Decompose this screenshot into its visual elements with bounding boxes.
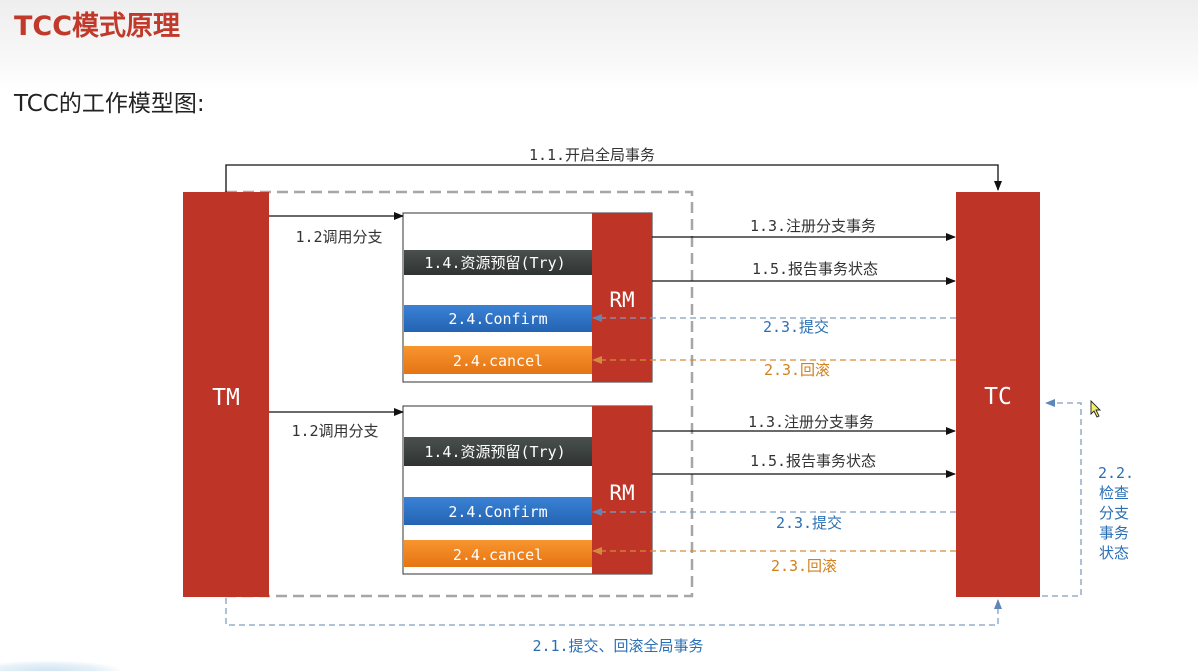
report-label: 1.5.报告事务状态 [750,452,876,470]
end-global-arrow [225,598,1002,626]
commit-label: 2.3.提交 [776,514,842,532]
rm-label: RM [609,481,634,505]
register-label: 1.3.注册分支事务 [748,413,874,431]
check-status-line: 检查 [1099,484,1129,502]
check-status-line: 事务 [1099,524,1129,542]
branch-group-2: RM 1.2调用分支 1.4.资源预留(Try) 2.4.Confirm 2.4… [269,405,956,575]
tcc-diagram: 1.1.开启全局事务 2.1.提交、回滚全局事务 2.2. 检查 分支 事务 状… [183,146,1134,655]
begin-global-arrow [225,164,1002,192]
commit-label: 2.3.提交 [763,318,829,336]
call-branch-label: 1.2调用分支 [295,228,382,246]
rollback-label: 2.3.回滚 [764,361,830,379]
register-label: 1.3.注册分支事务 [750,217,876,235]
rollback-label: 2.3.回滚 [771,557,837,575]
mouse-cursor-icon [1090,399,1102,418]
check-status-arrow [1042,399,1082,597]
check-status-line: 分支 [1099,504,1129,522]
confirm-label: 2.4.Confirm [448,503,547,521]
tm-label: TM [212,385,240,411]
branch-group-1: RM 1.2调用分支 1.4.资源预留(Try) 2.4.Confirm 2.4… [269,212,956,383]
call-branch-label: 1.2调用分支 [291,422,378,440]
try-label: 1.4.资源预留(Try) [424,443,565,461]
rm-label: RM [609,288,634,312]
check-status-label: 2.2. 检查 分支 事务 状态 [1098,464,1134,562]
confirm-label: 2.4.Confirm [448,310,547,328]
check-status-line: 2.2. [1098,464,1134,482]
report-label: 1.5.报告事务状态 [752,260,878,278]
tc-label: TC [984,384,1012,410]
begin-global-label: 1.1.开启全局事务 [529,146,655,164]
end-global-label: 2.1.提交、回滚全局事务 [532,637,703,655]
corner-decoration [0,661,120,671]
cancel-label: 2.4.cancel [453,352,543,370]
try-label: 1.4.资源预留(Try) [424,254,565,272]
check-status-line: 状态 [1099,544,1129,562]
cancel-label: 2.4.cancel [453,546,543,564]
